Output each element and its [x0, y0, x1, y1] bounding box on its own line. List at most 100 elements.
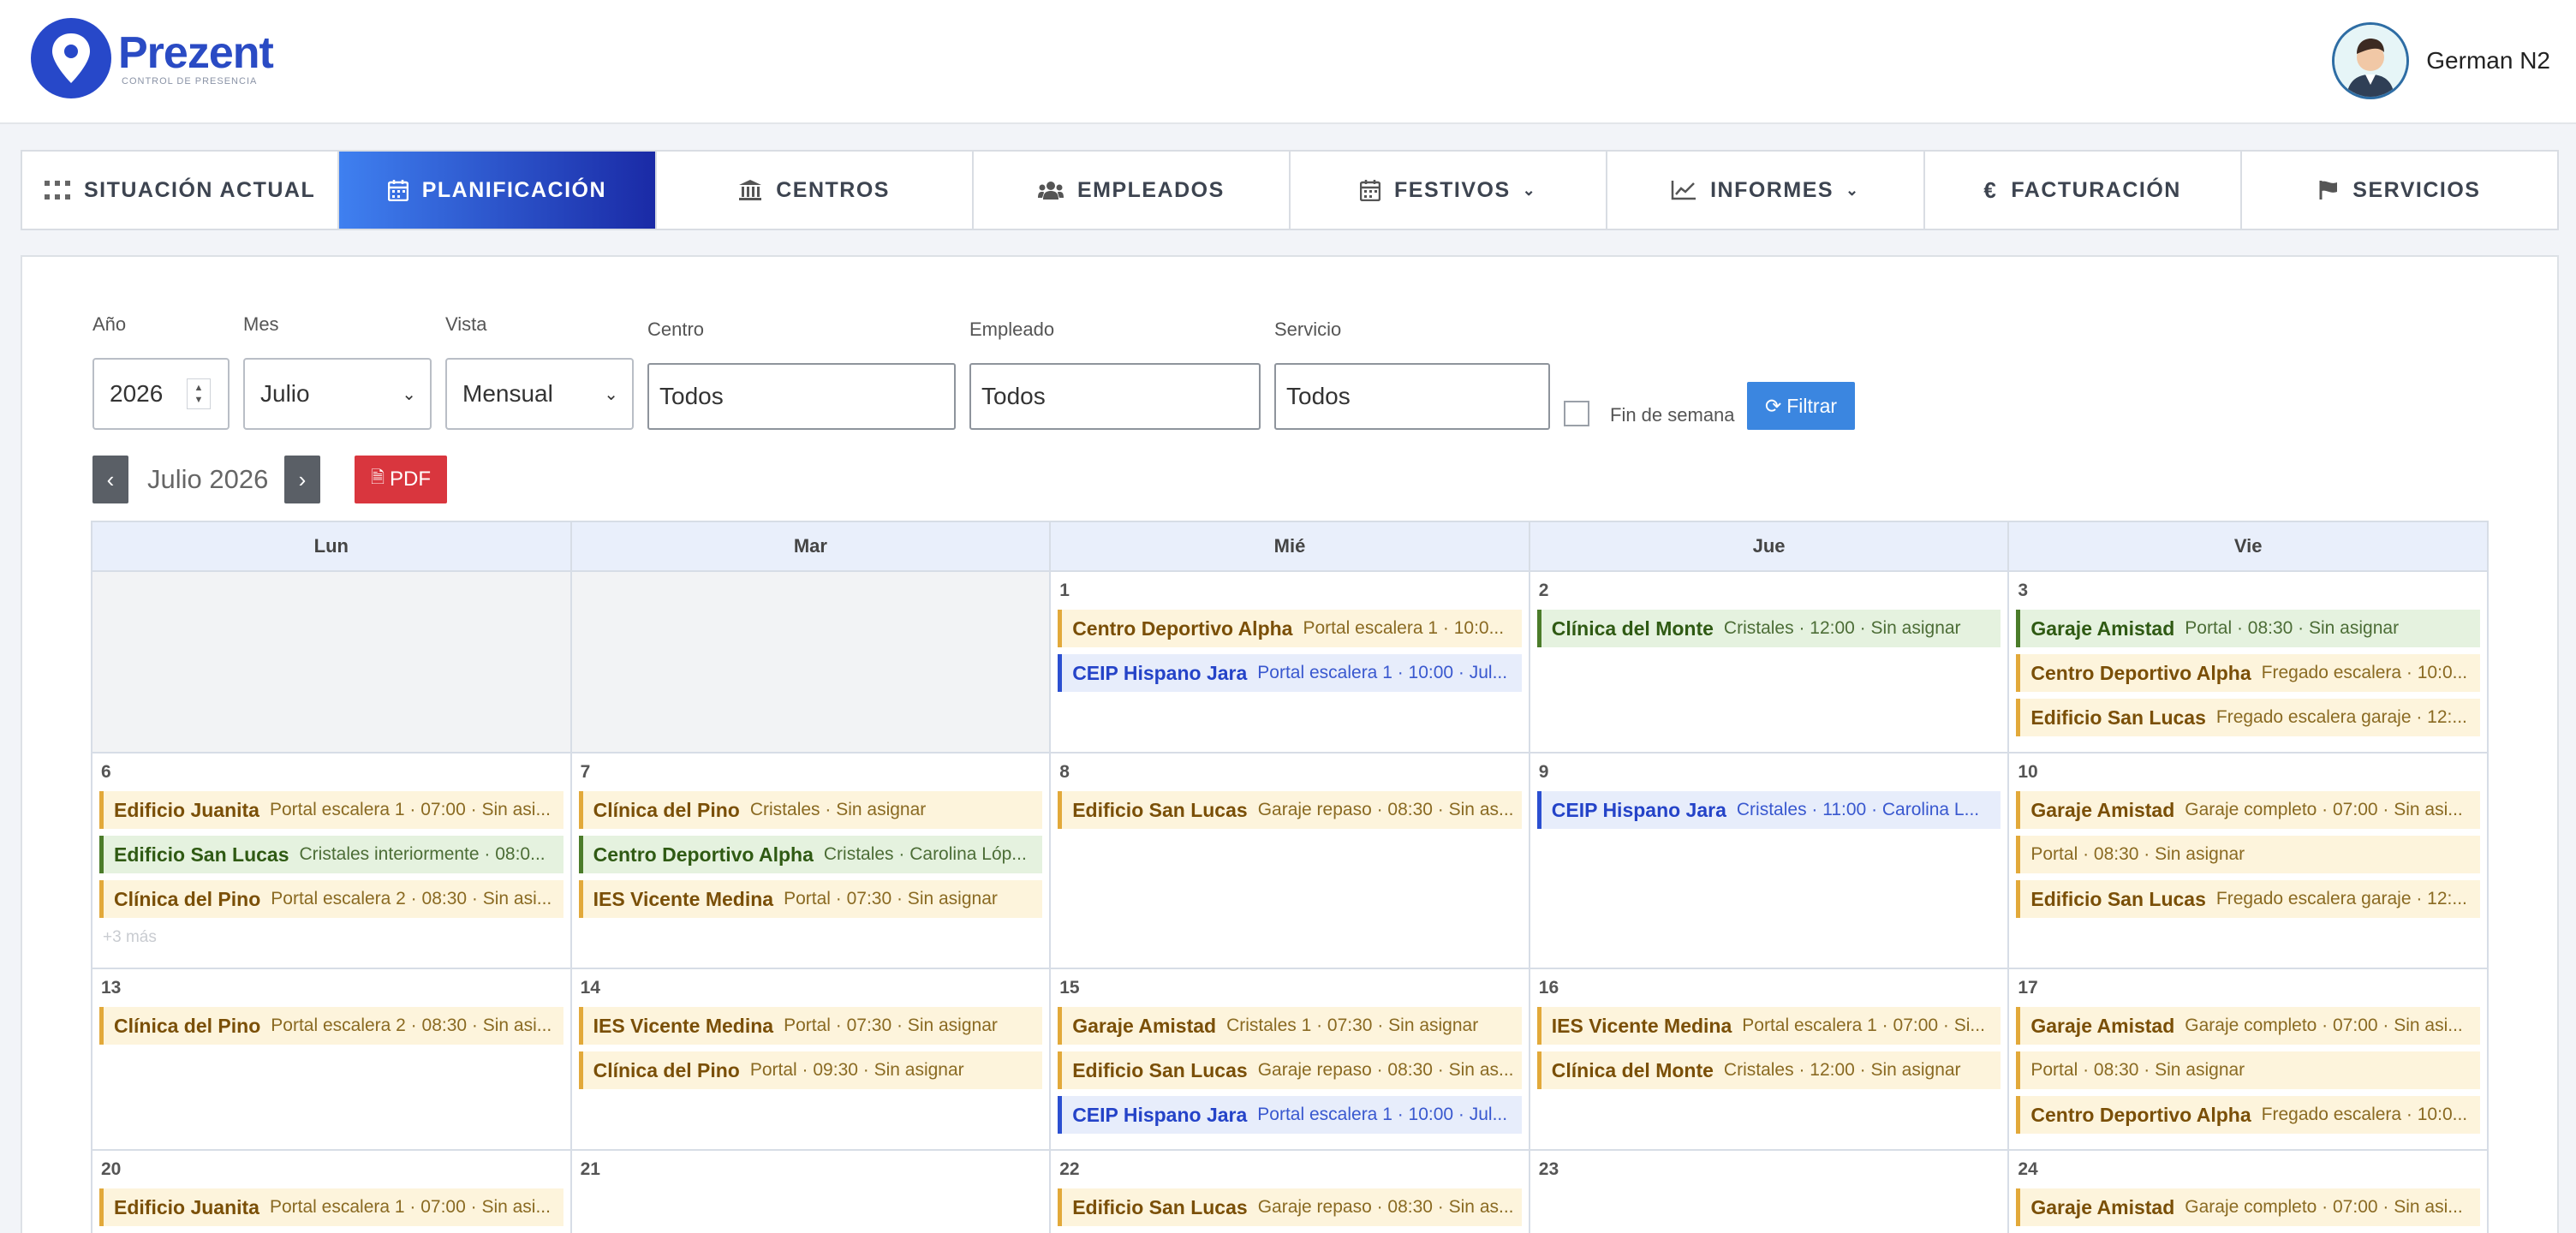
weekend-checkbox[interactable] — [1564, 401, 1589, 426]
employee-input[interactable]: Todos — [969, 363, 1261, 430]
logo-subtitle: CONTROL DE PRESENCIA — [122, 76, 258, 86]
center-placeholder: Todos — [659, 383, 724, 409]
event-center-name: Edificio San Lucas — [114, 843, 289, 866]
calendar-day[interactable] — [571, 572, 1052, 754]
calendar-day[interactable]: 2 Clínica del Monte Cristales · 12:00 · Si… — [1530, 572, 2010, 754]
calendar-event[interactable]: Edificio San Lucas Garaje repaso · 08:30 … — [1058, 791, 1522, 829]
nav-label: SITUACIÓN ACTUAL — [83, 177, 316, 202]
calendar-event[interactable]: Garaje Amistad Garaje completo · 07:00 · … — [2016, 1188, 2480, 1226]
calendar-day[interactable]: 22 Edificio San Lucas Garaje repaso · 08:3… — [1051, 1151, 1530, 1233]
calendar-event[interactable]: Edificio San Lucas Cristales interiorment… — [99, 836, 564, 873]
planning-panel: Año 2026 ▲ ▼ Mes Julio ⌄ Vista Mensual ⌄ … — [21, 255, 2559, 1233]
event-detail: Portal · 08:30 · Sin asignar — [2030, 844, 2245, 864]
calendar-day[interactable]: 20 Edificio Juanita Portal escalera 1 · 07… — [92, 1151, 572, 1233]
nav-festivos[interactable]: FESTIVOS ⌄ — [1291, 152, 1608, 229]
calendar-event[interactable]: Clínica del Pino Portal escalera 2 · 08:3… — [99, 1007, 564, 1045]
calendar-day[interactable]: 14 IES Vicente Medina Portal · 07:30 · Sin… — [571, 969, 1052, 1151]
calendar-day[interactable]: 10 Garaje Amistad Garaje completo · 07:00 … — [2009, 754, 2489, 969]
calendar-event[interactable]: Clínica del Monte Cristales · 12:00 · Sin… — [1536, 1051, 2001, 1089]
calendar-day[interactable]: 16 IES Vicente Medina Portal escalera 1 · … — [1530, 969, 2010, 1151]
calendar-event[interactable]: Clínica del Pino Cristales · Sin asignar — [578, 791, 1043, 829]
day-number: 3 — [2018, 581, 2029, 600]
service-label: Servicio — [1274, 319, 1342, 340]
calendar-day[interactable]: 7 Clínica del Pino Cristales · Sin asignar… — [571, 754, 1052, 969]
refresh-icon: ⟳ — [1764, 394, 1782, 417]
calendar-day[interactable]: 13 Clínica del Pino Portal escalera 2 · 08… — [92, 969, 572, 1151]
logo[interactable]: Prezent CONTROL DE PRESENCIA — [31, 17, 274, 99]
next-month-button[interactable]: › — [284, 456, 320, 503]
calendar-event[interactable]: IES Vicente Medina Portal · 07:30 · Sin a… — [578, 880, 1043, 918]
event-detail: Portal · 07:30 · Sin asignar — [784, 889, 998, 908]
calendar-day[interactable]: 3 Garaje Amistad Portal · 08:30 · Sin asig… — [2009, 572, 2489, 754]
avatar[interactable] — [2332, 22, 2410, 99]
month-select[interactable]: Julio ⌄ — [243, 358, 432, 430]
calendar-day[interactable]: 24 Garaje Amistad Garaje completo · 07:00 … — [2009, 1151, 2489, 1233]
calendar-event[interactable]: CEIP Hispano Jara Cristales · 11:00 · Car… — [1536, 791, 2001, 829]
pdf-icon: 🗎 — [370, 468, 385, 487]
event-center-name: Clínica del Monte — [1551, 1058, 1714, 1081]
calendar-event[interactable]: Clínica del Pino Portal escalera 2 · 08:3… — [99, 880, 564, 918]
calendar-event[interactable]: Edificio San Lucas Fregado escalera garaj… — [2016, 699, 2480, 736]
nav-informes[interactable]: INFORMES ⌄ — [1607, 152, 1925, 229]
calendar-event[interactable]: CEIP Hispano Jara Portal escalera 1 · 10:… — [1058, 654, 1522, 692]
calendar-day[interactable]: 9 CEIP Hispano Jara Cristales · 11:00 · Ca… — [1530, 754, 2010, 969]
calendar-event[interactable]: Centro Deportivo Alpha Fregado escalera ·… — [2016, 1096, 2480, 1134]
event-center-name: Edificio San Lucas — [2030, 887, 2206, 910]
calendar-event[interactable]: Centro Deportivo Alpha Fregado escalera ·… — [2016, 654, 2480, 692]
year-input[interactable]: 2026 ▲ ▼ — [92, 358, 230, 430]
view-select[interactable]: Mensual ⌄ — [445, 358, 634, 430]
calendar-event[interactable]: Garaje Amistad Garaje completo · 07:00 · … — [2016, 1007, 2480, 1045]
nav-servicios[interactable]: SERVICIOS — [2242, 152, 2557, 229]
chevron-down-icon: ⌄ — [604, 384, 618, 404]
service-placeholder: Todos — [1286, 383, 1351, 409]
user-name: German N2 — [2426, 47, 2550, 74]
day-number: 6 — [101, 762, 111, 782]
event-detail: Cristales · 12:00 · Sin asignar — [1723, 618, 1961, 638]
calendar-event[interactable]: Clínica del Pino Portal · 09:30 · Sin asi… — [578, 1051, 1043, 1089]
calendar-day[interactable]: 1 Centro Deportivo Alpha Portal escalera 1… — [1051, 572, 1530, 754]
event-center-name: Centro Deportivo Alpha — [2030, 661, 2251, 684]
nav-planificacion[interactable]: PLANIFICACIÓN — [339, 152, 657, 229]
event-detail: Portal escalera 1 · 10:00 · Jul... — [1257, 663, 1508, 682]
day-header: Vie — [2233, 535, 2263, 557]
event-detail: Garaje repaso · 08:30 · Sin as... — [1257, 800, 1514, 819]
calendar-event[interactable]: Garaje Amistad Portal · 08:30 · Sin asign… — [2016, 610, 2480, 647]
prev-month-button[interactable]: ‹ — [92, 456, 128, 503]
calendar-event[interactable]: Edificio San Lucas Garaje repaso · 08:30 … — [1058, 1051, 1522, 1089]
calendar-day[interactable]: 17 Garaje Amistad Garaje completo · 07:00 … — [2009, 969, 2489, 1151]
nav-facturacion[interactable]: € FACTURACIÓN — [1925, 152, 2242, 229]
calendar-event[interactable]: Portal · 08:30 · Sin asignar — [2016, 836, 2480, 873]
filter-button[interactable]: ⟳ Filtrar — [1747, 382, 1855, 430]
calendar-day[interactable]: 21 — [572, 1151, 1052, 1233]
calendar-event[interactable]: Edificio Juanita Portal escalera 1 · 07:0… — [99, 791, 564, 829]
year-stepper[interactable]: ▲ ▼ — [187, 378, 211, 409]
calendar-event[interactable]: CEIP Hispano Jara Portal escalera 1 · 10:… — [1058, 1096, 1522, 1134]
calendar-day[interactable]: 6 Edificio Juanita Portal escalera 1 · 07:… — [92, 754, 572, 969]
pdf-button[interactable]: 🗎 PDF — [355, 456, 447, 503]
user-menu[interactable]: German N2 — [2332, 22, 2550, 99]
calendar-event[interactable]: Centro Deportivo Alpha Portal escalera 1 … — [1058, 610, 1522, 647]
calendar-event[interactable]: Clínica del Monte Cristales · 12:00 · Sin… — [1536, 610, 2001, 647]
event-detail: Cristales · Carolina Lóp... — [823, 844, 1027, 864]
calendar-event[interactable]: Edificio San Lucas Garaje repaso · 08:30 … — [1058, 1188, 1522, 1226]
service-input[interactable]: Todos — [1274, 363, 1550, 430]
nav-empleados[interactable]: EMPLEADOS — [974, 152, 1291, 229]
nav-situacion-actual[interactable]: SITUACIÓN ACTUAL — [22, 152, 340, 229]
calendar-event[interactable]: IES Vicente Medina Portal escalera 1 · 07… — [1536, 1007, 2001, 1045]
calendar-day[interactable]: 23 — [1530, 1151, 2010, 1233]
event-center-name: Garaje Amistad — [2030, 798, 2175, 821]
calendar-event[interactable]: IES Vicente Medina Portal · 07:30 · Sin a… — [578, 1007, 1043, 1045]
calendar-event[interactable]: Edificio San Lucas Fregado escalera garaj… — [2016, 880, 2480, 918]
calendar-day[interactable]: 8 Edificio San Lucas Garaje repaso · 08:30… — [1051, 754, 1530, 969]
event-detail: Fregado escalera · 10:0... — [2261, 663, 2468, 682]
calendar-day[interactable]: 15 Garaje Amistad Cristales 1 · 07:30 · Si… — [1051, 969, 1530, 1151]
calendar-event[interactable]: Garaje Amistad Garaje completo · 07:00 · … — [2016, 791, 2480, 829]
calendar-event[interactable]: Edificio Juanita Portal escalera 1 · 07:0… — [99, 1188, 564, 1226]
calendar-event[interactable]: Centro Deportivo Alpha Cristales · Caroli… — [578, 836, 1043, 873]
calendar-event[interactable]: Portal · 08:30 · Sin asignar — [2016, 1051, 2480, 1089]
center-input[interactable]: Todos — [647, 363, 956, 430]
calendar-day[interactable] — [92, 572, 572, 754]
calendar-event[interactable]: Garaje Amistad Cristales 1 · 07:30 · Sin … — [1058, 1007, 1522, 1045]
nav-centros[interactable]: CENTROS — [657, 152, 974, 229]
more-events-link[interactable]: +3 más — [99, 928, 564, 947]
